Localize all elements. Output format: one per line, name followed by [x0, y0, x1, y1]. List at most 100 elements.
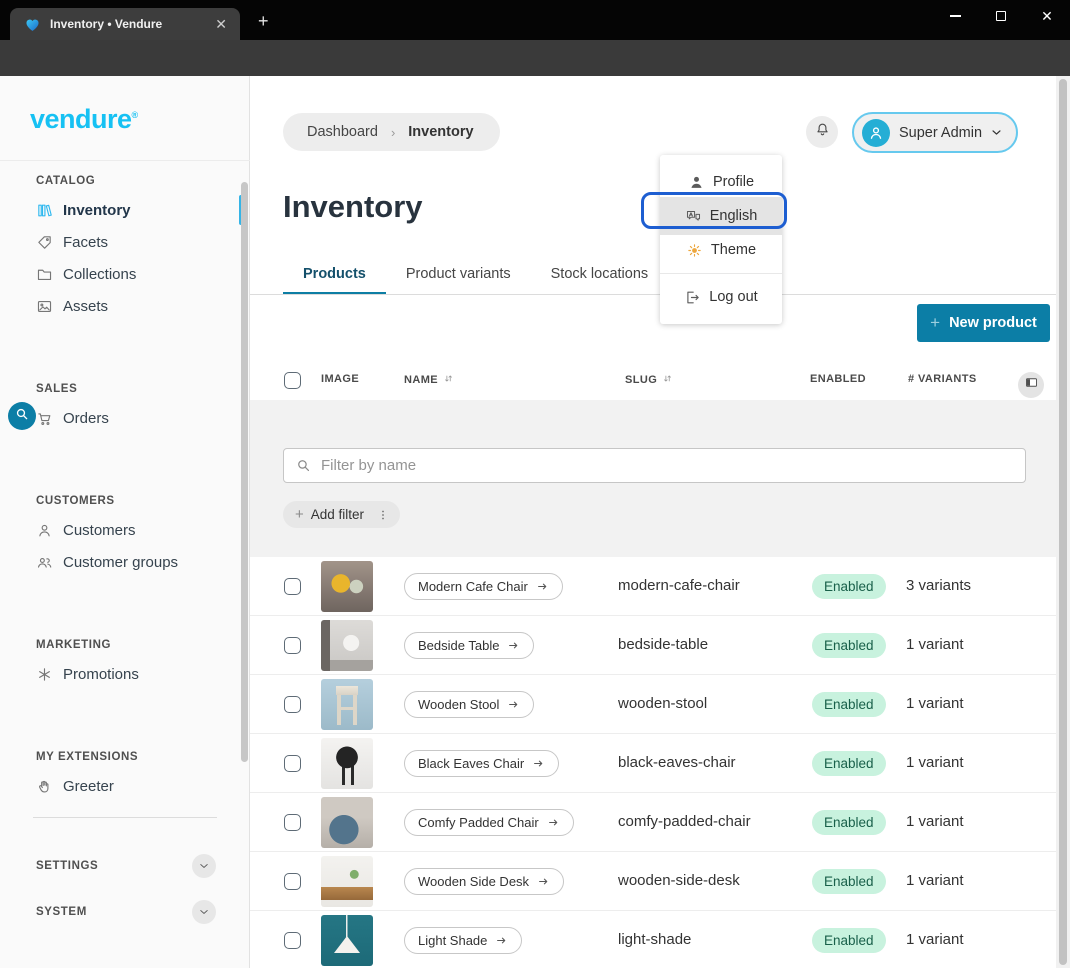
variant-count: 1 variant: [906, 813, 964, 830]
page-scrollbar[interactable]: [1056, 76, 1070, 968]
row-checkbox[interactable]: [284, 873, 301, 890]
table-row: Modern Cafe Chair modern-cafe-chair Enab…: [250, 557, 1056, 616]
sidebar-item-label: Greeter: [63, 778, 114, 795]
sidebar-item-customers[interactable]: Customers: [0, 514, 250, 546]
browser-toolbar: ◁ ▷ localhost:3000/admin/catalog/invento…: [0, 40, 1070, 76]
column-header-name[interactable]: NAME: [404, 373, 455, 386]
chevron-down-icon: [989, 125, 1004, 140]
sidebar-section-toggle-settings[interactable]: SETTINGS: [0, 850, 250, 882]
breadcrumb-dashboard[interactable]: Dashboard: [307, 124, 378, 140]
sidebar-item-label: Customers: [63, 522, 136, 539]
section-label: SALES: [0, 376, 250, 402]
product-name-link[interactable]: Wooden Stool: [404, 691, 534, 718]
maximize-button[interactable]: [978, 0, 1024, 32]
add-filter-button[interactable]: + Add filter: [283, 501, 400, 528]
tab-product-variants[interactable]: Product variants: [386, 255, 531, 295]
product-image[interactable]: [321, 679, 373, 730]
product-name-link[interactable]: Black Eaves Chair: [404, 750, 559, 777]
minimize-button[interactable]: [932, 0, 978, 32]
row-checkbox[interactable]: [284, 696, 301, 713]
sidebar-section-toggle-system[interactable]: SYSTEM: [0, 896, 250, 928]
cart-icon: [36, 410, 53, 427]
notifications-button[interactable]: [806, 116, 838, 148]
window-controls: ✕: [932, 0, 1070, 32]
column-header-slug[interactable]: SLUG: [625, 373, 674, 386]
sort-icon[interactable]: [661, 373, 674, 386]
library-icon: [36, 202, 53, 219]
sidebar-item-orders[interactable]: Orders: [0, 402, 250, 434]
product-image[interactable]: [321, 797, 373, 848]
tab-stock-locations[interactable]: Stock locations: [531, 255, 669, 295]
chevron-down-icon[interactable]: [192, 900, 216, 924]
product-name-link[interactable]: Modern Cafe Chair: [404, 573, 563, 600]
search-toggle-button[interactable]: [8, 402, 36, 430]
sidebar-section-my-extensions: MY EXTENSIONSGreeter: [0, 744, 250, 802]
breadcrumb[interactable]: Dashboard › Inventory: [283, 113, 500, 151]
column-header-variants: # VARIANTS: [908, 373, 977, 385]
sidebar-item-collections[interactable]: Collections: [0, 258, 250, 290]
sidebar-item-customer-groups[interactable]: Customer groups: [0, 546, 250, 578]
filter-by-name-input[interactable]: [283, 448, 1026, 483]
sidebar-item-greeter[interactable]: Greeter: [0, 770, 250, 802]
tab-close-icon[interactable]: ✕: [212, 16, 230, 33]
product-name-link[interactable]: Bedside Table: [404, 632, 534, 659]
select-all-checkbox[interactable]: [284, 372, 301, 389]
user-dropdown-menu: ProfileEnglishTheme Log out: [660, 155, 782, 324]
vendure-logo[interactable]: vendure®: [30, 104, 138, 135]
row-checkbox[interactable]: [284, 932, 301, 949]
menu-item-log-out[interactable]: Log out: [660, 282, 782, 312]
sort-icon[interactable]: [442, 373, 455, 386]
table-row: Bedside Table bedside-table Enabled 1 va…: [250, 616, 1056, 675]
filter-input-wrap: [283, 448, 1026, 483]
sidebar-item-facets[interactable]: Facets: [0, 226, 250, 258]
sidebar-section-customers: CUSTOMERSCustomersCustomer groups: [0, 488, 250, 578]
tag-icon: [36, 234, 53, 251]
product-slug: light-shade: [618, 931, 691, 948]
product-slug: comfy-padded-chair: [618, 813, 751, 830]
product-image[interactable]: [321, 738, 373, 789]
breadcrumb-inventory[interactable]: Inventory: [408, 124, 473, 140]
tab-bar: ProductsProduct variantsStock locations: [283, 255, 668, 295]
row-checkbox[interactable]: [284, 755, 301, 772]
variant-count: 1 variant: [906, 695, 964, 712]
product-slug: modern-cafe-chair: [618, 577, 740, 594]
kebab-menu-icon[interactable]: [376, 508, 390, 522]
sidebar-item-label: Facets: [63, 234, 108, 251]
section-label: SETTINGS: [36, 860, 98, 872]
sidebar-item-assets[interactable]: Assets: [0, 290, 250, 322]
tab-products[interactable]: Products: [283, 255, 386, 295]
registered-mark: ®: [132, 110, 138, 120]
row-checkbox[interactable]: [284, 578, 301, 595]
product-name-link[interactable]: Wooden Side Desk: [404, 868, 564, 895]
scrollbar-thumb[interactable]: [1059, 79, 1067, 965]
variant-count: 3 variants: [906, 577, 971, 594]
section-label: CATALOG: [0, 168, 250, 194]
row-checkbox[interactable]: [284, 814, 301, 831]
product-name-link[interactable]: Comfy Padded Chair: [404, 809, 574, 836]
menu-item-label: Log out: [709, 289, 757, 305]
menu-item-english[interactable]: English: [660, 197, 782, 235]
chevron-down-icon[interactable]: [192, 854, 216, 878]
product-slug: wooden-side-desk: [618, 872, 740, 889]
product-image[interactable]: [321, 561, 373, 612]
vendure-favicon-heart-icon: [24, 16, 41, 33]
sidebar-scrollbar[interactable]: [241, 182, 248, 762]
new-product-button[interactable]: + New product: [917, 304, 1050, 342]
user-menu-button[interactable]: Super Admin: [852, 112, 1018, 153]
product-image[interactable]: [321, 856, 373, 907]
sidebar-item-inventory[interactable]: Inventory: [0, 194, 250, 226]
menu-item-theme[interactable]: Theme: [660, 235, 782, 265]
enabled-badge: Enabled: [812, 633, 886, 658]
browser-window: Inventory • Vendure ✕ + ✕ ◁ ▷ localhost:…: [0, 0, 1070, 968]
browser-tab[interactable]: Inventory • Vendure ✕: [10, 8, 240, 40]
variant-count: 1 variant: [906, 754, 964, 771]
product-image[interactable]: [321, 915, 373, 966]
product-image[interactable]: [321, 620, 373, 671]
sidebar-item-promotions[interactable]: Promotions: [0, 658, 250, 690]
column-settings-button[interactable]: [1018, 372, 1044, 398]
row-checkbox[interactable]: [284, 637, 301, 654]
new-tab-button[interactable]: +: [258, 12, 269, 30]
close-button[interactable]: ✕: [1024, 0, 1070, 32]
menu-item-profile[interactable]: Profile: [660, 167, 782, 197]
product-name-link[interactable]: Light Shade: [404, 927, 522, 954]
